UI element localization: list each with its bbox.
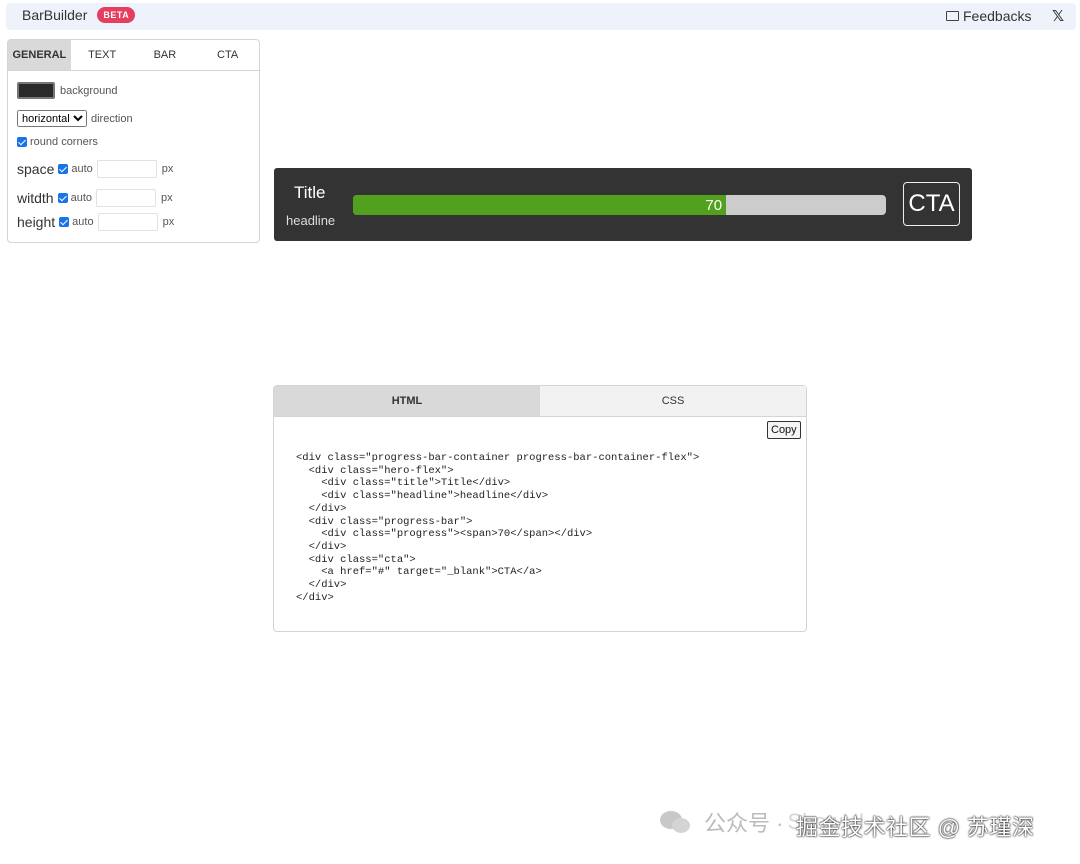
- code-block: <div class="progress-bar-container progr…: [296, 452, 700, 604]
- settings-tabs: GENERAL TEXT BAR CTA: [8, 40, 259, 71]
- height-input[interactable]: [97, 213, 158, 231]
- x-icon[interactable]: 𝕏: [1052, 7, 1064, 25]
- cta-button[interactable]: CTA: [903, 182, 960, 226]
- progress-fill: 70: [353, 195, 727, 215]
- code-tabs: HTML CSS: [274, 386, 806, 417]
- width-input[interactable]: [96, 189, 156, 207]
- direction-select[interactable]: horizontal: [17, 110, 87, 127]
- mail-icon: [946, 11, 959, 21]
- direction-label: direction: [91, 112, 133, 125]
- tab-cta[interactable]: CTA: [196, 40, 259, 70]
- height-auto-checkbox[interactable]: [59, 217, 70, 227]
- height-row: height auto px: [17, 213, 174, 231]
- height-unit: px: [162, 216, 175, 228]
- tab-bar[interactable]: BAR: [134, 40, 197, 70]
- tab-html[interactable]: HTML: [274, 386, 540, 416]
- space-label: space: [17, 161, 55, 177]
- space-row: space auto px: [17, 160, 173, 178]
- wechat-icon: [660, 809, 694, 835]
- width-row: witdth auto px: [17, 189, 173, 207]
- tab-text[interactable]: TEXT: [71, 40, 134, 70]
- space-input[interactable]: [96, 160, 157, 178]
- background-color-picker[interactable]: [17, 82, 55, 99]
- width-unit: px: [161, 192, 173, 204]
- height-auto-label: auto: [72, 216, 94, 228]
- feedbacks-link[interactable]: Feedbacks: [946, 8, 1031, 24]
- brand-name: BarBuilder: [22, 7, 88, 23]
- width-auto-checkbox[interactable]: [57, 193, 68, 203]
- watermark-text: 掘金技术社区 @ 苏瑾深: [796, 815, 1035, 840]
- beta-badge: BETA: [97, 7, 136, 23]
- feedbacks-label: Feedbacks: [963, 8, 1032, 24]
- background-row: background: [17, 82, 118, 99]
- background-label: background: [60, 84, 118, 97]
- tab-general[interactable]: GENERAL: [8, 40, 71, 70]
- round-corners-checkbox[interactable]: [17, 137, 27, 147]
- progress-track: 70: [353, 195, 886, 215]
- watermark-prefix: 公众号 ·: [704, 811, 784, 836]
- copy-button[interactable]: Copy: [767, 421, 801, 439]
- top-bar: BarBuilder BETA Feedbacks 𝕏: [6, 3, 1076, 30]
- round-corners-row: round corners: [17, 136, 98, 148]
- preview-title: Title: [294, 183, 326, 202]
- height-label: height: [17, 214, 56, 230]
- progress-bar-preview: Title headline 70 CTA: [274, 168, 972, 241]
- space-auto-checkbox[interactable]: [58, 164, 69, 174]
- code-panel: HTML CSS Copy <div class="progress-bar-c…: [273, 385, 807, 632]
- space-auto-label: auto: [71, 163, 93, 175]
- progress-value: 70: [705, 196, 723, 214]
- round-corners-label: round corners: [30, 136, 98, 148]
- space-unit: px: [161, 163, 174, 175]
- width-label: witdth: [17, 190, 54, 206]
- preview-headline: headline: [286, 213, 336, 228]
- tab-css[interactable]: CSS: [540, 386, 806, 416]
- width-auto-label: auto: [70, 192, 92, 204]
- settings-panel: GENERAL TEXT BAR CTA background horizont…: [7, 39, 260, 243]
- brand[interactable]: BarBuilder BETA: [18, 7, 136, 23]
- direction-row: horizontal direction: [17, 110, 133, 127]
